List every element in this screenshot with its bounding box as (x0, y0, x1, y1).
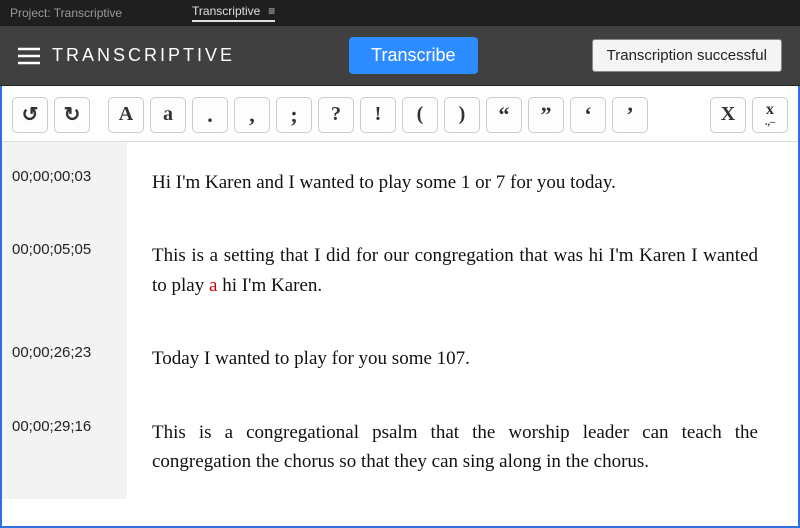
brand-area: TRANSCRIPTIVE (18, 45, 235, 66)
text-span[interactable]: This is a congregational psalm that the … (152, 422, 758, 472)
timecode[interactable]: 00;00;00;03 (2, 142, 127, 219)
left-single-quote-button[interactable]: ‘ (570, 97, 606, 133)
right-single-quote-button[interactable]: ’ (612, 97, 648, 133)
paren-open-button[interactable]: ( (402, 97, 438, 133)
clear-punct-button[interactable]: x .,– (752, 97, 788, 133)
transcript-line: 00;00;05;05This is a setting that I did … (2, 219, 798, 322)
timecode[interactable]: 00;00;26;23 (2, 322, 127, 395)
transcript-lines: 00;00;00;03 Hi I'm Karen and I wanted to … (2, 142, 798, 526)
editor-area: ↺ ↻ A a . , ; ? ! ( ) “ ” ‘ ’ X x .,– 00… (0, 86, 800, 528)
text-span[interactable]: Today I wanted to play for you some 107. (152, 348, 470, 369)
clear-punct-x: x (766, 102, 774, 118)
undo-button[interactable]: ↺ (12, 97, 48, 133)
clear-punct-symbols: .,– (765, 118, 775, 128)
redo-button[interactable]: ↻ (54, 97, 90, 133)
transcript-text[interactable]: This is a congregational psalm that the … (127, 396, 798, 499)
clear-x-button[interactable]: X (710, 97, 746, 133)
transcript-text[interactable]: Today I wanted to play for you some 107. (127, 322, 798, 395)
transcript-line: 00;00;29;16 This is a congregational psal… (2, 396, 798, 499)
left-double-quote-button[interactable]: “ (486, 97, 522, 133)
uppercase-button[interactable]: A (108, 97, 144, 133)
brand-name: TRANSCRIPTIVE (52, 45, 235, 66)
timecode[interactable]: 00;00;29;16 (2, 396, 127, 499)
text-span[interactable]: Hi I'm Karen and I wanted to play some 1… (152, 172, 616, 193)
exclaim-button[interactable]: ! (360, 97, 396, 133)
period-button[interactable]: . (192, 97, 228, 133)
hamburger-icon[interactable] (18, 47, 40, 65)
comma-button[interactable]: , (234, 97, 270, 133)
semicolon-button[interactable]: ; (276, 97, 312, 133)
transcript-body: 00;00;00;03 Hi I'm Karen and I wanted to … (2, 142, 798, 526)
formatting-toolbar: ↺ ↻ A a . , ; ? ! ( ) “ ” ‘ ’ X x .,– (2, 86, 798, 142)
active-tab[interactable]: Transcriptive ≡ (192, 4, 275, 22)
transcript-text[interactable]: This is a setting that I did for our con… (127, 219, 798, 322)
question-button[interactable]: ? (318, 97, 354, 133)
transcription-status-button[interactable]: Transcription successful (592, 39, 782, 72)
text-span[interactable]: hi I'm Karen. (217, 275, 322, 296)
project-label: Project: Transcriptive (10, 6, 122, 20)
right-double-quote-button[interactable]: ” (528, 97, 564, 133)
titlebar: Project: Transcriptive Transcriptive ≡ (0, 0, 800, 26)
timecode[interactable]: 00;00;05;05 (2, 219, 127, 322)
transcript-text[interactable]: Hi I'm Karen and I wanted to play some 1… (127, 142, 798, 219)
tab-label: Transcriptive (192, 4, 260, 18)
lowercase-button[interactable]: a (150, 97, 186, 133)
paren-close-button[interactable]: ) (444, 97, 480, 133)
transcribe-button[interactable]: Transcribe (349, 37, 477, 74)
transcript-line: 00;00;26;23 Today I wanted to play for yo… (2, 322, 798, 395)
transcript-line: 00;00;00;03 Hi I'm Karen and I wanted to … (2, 142, 798, 219)
tab-menu-icon[interactable]: ≡ (268, 4, 275, 18)
header-bar: TRANSCRIPTIVE Transcribe Transcription s… (0, 26, 800, 86)
